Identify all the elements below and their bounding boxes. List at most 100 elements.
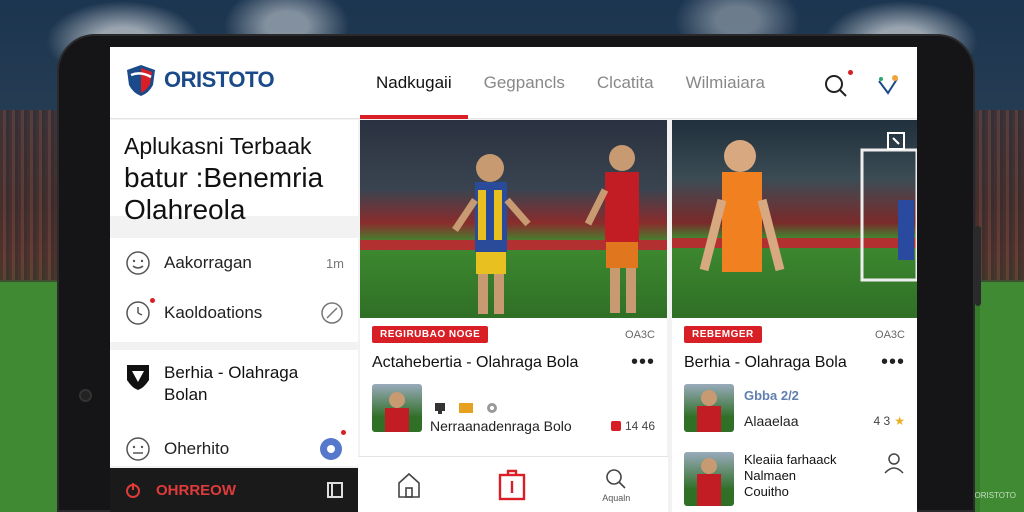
second-item-text: Kleaiia farhaack Nalmaen Couitho — [744, 452, 873, 500]
star-badge-icon — [459, 403, 473, 413]
top-icons — [823, 70, 901, 99]
notification-dot — [848, 70, 853, 75]
bottom-nav-label: Aqualn — [602, 492, 631, 503]
notification-dot — [341, 430, 346, 435]
related-text-block: Gbba 2/2 Alaaelaa 4 3 ★ — [744, 388, 905, 429]
sidebar-item-aakorragan[interactable]: Aakorragan 1m — [110, 238, 358, 288]
watermark: ORISTOTO — [974, 491, 1017, 500]
related-subheading: Gbba 2/2 — [744, 387, 799, 403]
sidebar-item-kaoldoations[interactable]: Kaoldoations — [110, 288, 358, 338]
related-title[interactable]: Nerraanadenraga Bolo — [430, 418, 601, 434]
card-meta-row: REGIRUBAO NOGE OA3C — [360, 318, 667, 345]
star-icon: ★ — [894, 413, 905, 428]
hero-line-2: batur :Benemria — [124, 162, 324, 193]
news-title[interactable]: Berhia - Olahraga Bola — [684, 354, 847, 372]
sidebar-item-label: Kaoldoations — [164, 303, 263, 322]
player-thumb — [385, 392, 409, 432]
bottom-nav-home[interactable] — [396, 471, 422, 499]
trophy-icon — [435, 403, 445, 414]
sidebar-footer: OHRREOW — [110, 468, 358, 512]
top-bar: ORISTOTO Nadkugaii Gegpancls Clcatita Wi… — [110, 47, 917, 119]
tab-gegpancls[interactable]: Gegpancls — [468, 47, 581, 119]
shield-logo-icon — [127, 65, 155, 96]
category-badge[interactable]: REBEMGER — [684, 326, 762, 343]
volume-button — [975, 226, 981, 306]
hero-line-3: Olahreola — [124, 194, 246, 225]
second-line-1: Kleaiia farhaack — [744, 452, 837, 467]
player-illustration — [672, 140, 917, 282]
league-title-line-2: Bolan — [164, 385, 208, 404]
view-count: OA3C — [625, 328, 655, 341]
gear-icon — [487, 403, 497, 413]
league-row[interactable]: Berhia - Olahraga Bolan — [110, 350, 358, 418]
second-line-2: Nalmaen — [744, 468, 797, 483]
related-title[interactable]: Alaaelaa — [744, 413, 874, 429]
share-icon[interactable] — [875, 73, 901, 99]
tab-nadkugaii[interactable]: Nadkugaii — [360, 47, 468, 119]
brand-logo[interactable]: ORISTOTO — [124, 63, 275, 97]
sidebar: Aplukasni Terbaak batur :Benemria Olahre… — [110, 120, 358, 512]
comment-stat: 14 46 — [610, 419, 655, 433]
second-thumbnail — [684, 452, 734, 506]
league-title: Berhia - Olahraga Bolan — [164, 362, 298, 406]
rating-count: 4 3 — [873, 413, 891, 428]
power-icon[interactable] — [124, 481, 142, 499]
news-card-2[interactable]: REBEMGER OA3C Berhia - Olahraga Bola •••… — [672, 120, 917, 512]
sidebar-item-label: Oherhito — [164, 439, 230, 458]
smiley-icon — [126, 251, 150, 275]
category-badge[interactable]: REGIRUBAO NOGE — [372, 326, 489, 343]
view-count: OA3C — [875, 328, 905, 341]
related-thumbnail — [372, 384, 422, 432]
second-item-row[interactable]: Kleaiia farhaack Nalmaen Couitho — [672, 448, 917, 510]
players-illustration — [360, 145, 667, 314]
compass-icon[interactable] — [320, 301, 344, 325]
expand-icon[interactable] — [885, 130, 907, 152]
search-icon — [606, 468, 626, 489]
bottom-nav-search[interactable]: Aqualn — [602, 467, 630, 503]
sidebar-item-label: Aakorragan — [164, 253, 252, 272]
league-badge-icon — [127, 365, 149, 390]
player-thumb — [697, 458, 721, 506]
comment-count: 14 46 — [624, 419, 655, 433]
more-options-icon[interactable]: ••• — [631, 351, 655, 374]
sidebar-item-oherhito[interactable]: Oherhito — [110, 424, 358, 474]
bag-icon — [498, 469, 526, 500]
tab-clcatita[interactable]: Clcatita — [581, 47, 670, 119]
notification-dot — [150, 298, 155, 303]
news-card-1[interactable]: REGIRUBAO NOGE OA3C Actahebertia - Olahr… — [360, 120, 667, 456]
league-card: Berhia - Olahraga Bolan Oherhito — [110, 350, 358, 466]
brand-name: ORISTOTO — [164, 67, 275, 92]
clock-icon — [126, 301, 150, 325]
more-options-icon[interactable]: ••• — [881, 351, 905, 374]
smiley-icon — [126, 437, 150, 461]
match-photo-1 — [360, 120, 667, 318]
news-title[interactable]: Actahebertia - Olahraga Bola — [372, 354, 578, 372]
main-nav: Nadkugaii Gegpancls Clcatita Wilmiaiara — [360, 47, 781, 119]
home-icon — [397, 472, 420, 498]
news-title-row: Berhia - Olahraga Bola ••• — [672, 345, 917, 380]
hero-title: Aplukasni Terbaak batur :Benemria Olahre… — [110, 120, 358, 236]
hero-card: Aplukasni Terbaak batur :Benemria Olahre… — [110, 120, 358, 225]
related-thumbnail — [684, 384, 734, 432]
bottom-nav-center[interactable] — [497, 469, 527, 501]
settings-icon[interactable] — [318, 436, 344, 462]
hero-line-1: Aplukasni Terbaak — [124, 133, 312, 159]
front-camera — [79, 389, 92, 402]
card-meta-row: REBEMGER OA3C — [672, 318, 917, 345]
tab-wilmiaiara[interactable]: Wilmiaiara — [670, 47, 781, 119]
bookmark-icon[interactable] — [326, 481, 344, 499]
match-photo-2 — [672, 120, 917, 318]
sidebar-item-meta: 1m — [325, 255, 344, 271]
user-icon[interactable] — [883, 452, 905, 474]
related-row[interactable]: Gbba 2/2 Alaaelaa 4 3 ★ — [672, 380, 917, 436]
comment-icon — [610, 421, 621, 431]
player-thumb — [697, 390, 721, 432]
footer-label[interactable]: OHRREOW — [156, 482, 312, 499]
bottom-nav: Aqualn — [358, 456, 668, 512]
related-sub-row: Alaaelaa 4 3 ★ — [744, 413, 905, 429]
search-icon[interactable] — [823, 70, 853, 99]
app-screen: ORISTOTO Nadkugaii Gegpancls Clcatita Wi… — [110, 47, 917, 512]
second-line-3: Couitho — [744, 484, 789, 499]
menu-card: Aakorragan 1m Kaoldoations — [110, 238, 358, 342]
rating-stat: 4 3 ★ — [874, 413, 905, 429]
